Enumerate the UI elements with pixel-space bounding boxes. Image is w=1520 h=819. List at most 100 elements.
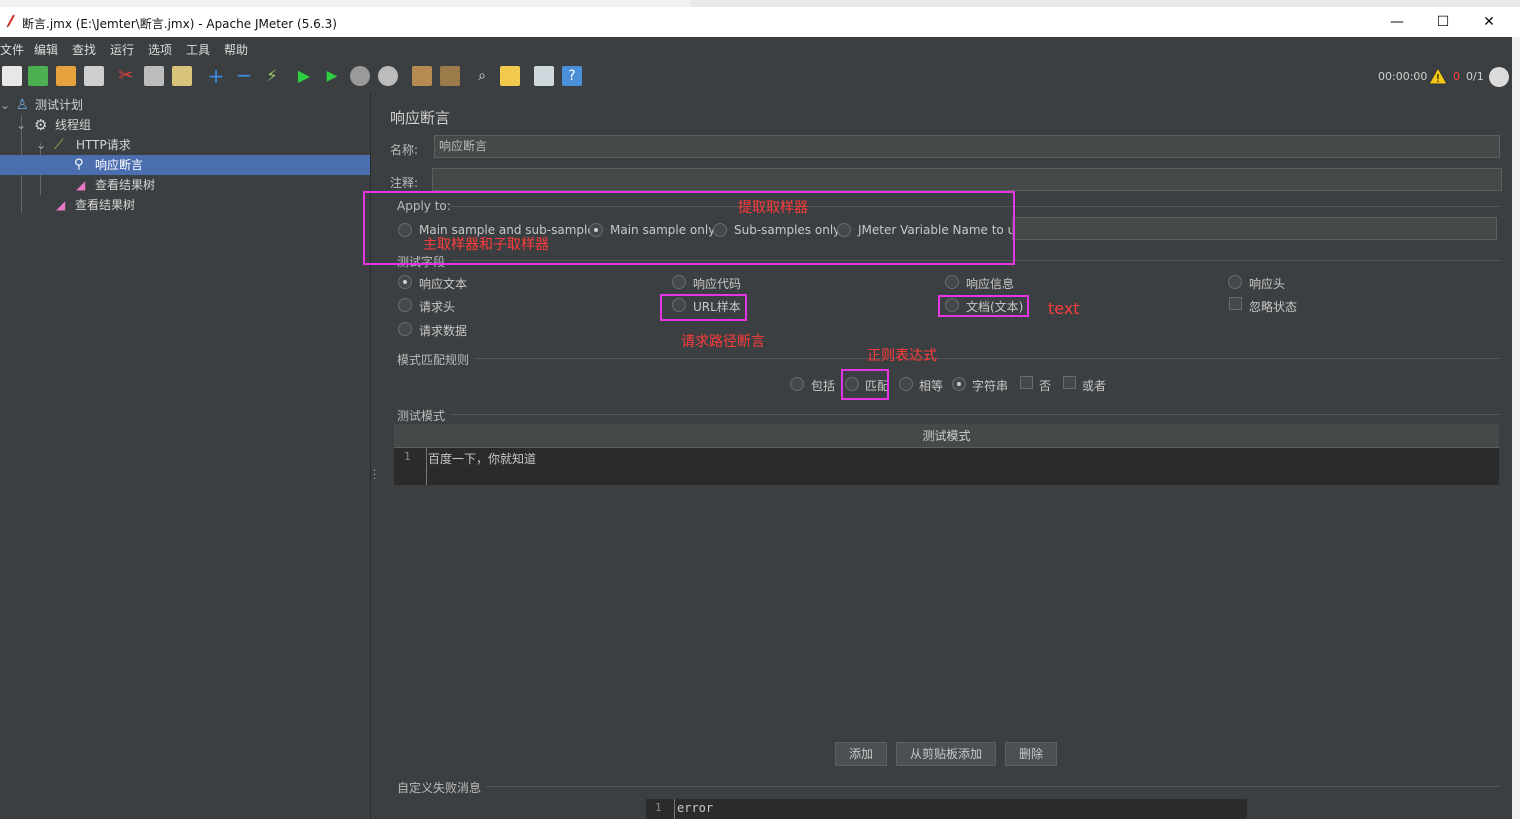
field-response-code-label[interactable]: 响应代码: [693, 275, 741, 292]
custom-failure-value[interactable]: error: [677, 801, 713, 815]
remote-icon[interactable]: [1489, 67, 1509, 87]
cut-icon[interactable]: ✂: [116, 66, 136, 86]
background-window-strip: [690, 0, 1520, 7]
pattern-row[interactable]: 百度一下，你就知道: [428, 450, 536, 467]
function-helper-icon[interactable]: [534, 66, 554, 86]
rule-not-label[interactable]: 否: [1039, 377, 1051, 394]
tree-item-label: 响应断言: [95, 158, 144, 172]
field-request-headers-label[interactable]: 请求头: [419, 298, 455, 315]
field-response-headers-label[interactable]: 响应头: [1249, 275, 1285, 292]
add-button[interactable]: 添加: [835, 742, 887, 766]
templates-icon[interactable]: [28, 66, 48, 86]
clear-icon[interactable]: [412, 66, 432, 86]
tree-item-http-request[interactable]: ⌄ ⟋ HTTP请求: [0, 135, 370, 155]
tree-item-test-plan[interactable]: ⌄ ♙ 测试计划: [0, 95, 370, 115]
name-label: 名称:: [390, 143, 419, 157]
minimize-button[interactable]: —: [1374, 7, 1420, 37]
rule-equals-radio[interactable]: [899, 377, 913, 391]
field-response-message-radio[interactable]: [945, 275, 959, 289]
tree-item-label: 查看结果树: [75, 198, 136, 212]
rule-or-checkbox[interactable]: [1063, 376, 1076, 389]
open-icon[interactable]: [56, 66, 76, 86]
note-url-assertion: 请求路径断言: [681, 334, 765, 350]
help-icon[interactable]: ?: [562, 66, 582, 86]
field-response-text-radio[interactable]: [398, 275, 412, 289]
rule-substring-label[interactable]: 字符串: [972, 377, 1008, 394]
chart-icon: ◢: [76, 178, 86, 192]
collapse-icon[interactable]: −: [234, 65, 254, 86]
menu-search[interactable]: 查找: [72, 41, 96, 58]
menu-file[interactable]: 文件: [0, 41, 24, 58]
stop-icon[interactable]: [350, 66, 370, 86]
rule-or-label[interactable]: 或者: [1082, 377, 1106, 394]
field-response-headers-radio[interactable]: [1228, 275, 1242, 289]
matches-highlight-box: [841, 369, 889, 400]
comment-label: 注释:: [390, 176, 419, 190]
name-field[interactable]: 响应断言: [434, 135, 1500, 158]
save-icon[interactable]: [84, 66, 104, 86]
note-text: text: [1048, 299, 1080, 318]
menu-help[interactable]: 帮助: [224, 41, 248, 58]
chevron-down-icon[interactable]: ⌄: [0, 95, 10, 115]
patterns-table-header: 测试模式: [394, 424, 1499, 448]
clear-all-icon[interactable]: [440, 66, 460, 86]
tree-item-view-results-tree[interactable]: ◢ 查看结果树: [0, 175, 370, 195]
section-divider: [486, 786, 1500, 787]
menu-tools[interactable]: 工具: [186, 41, 210, 58]
chevron-down-icon[interactable]: ⌄: [36, 135, 46, 155]
custom-failure-editor[interactable]: 1 error: [646, 799, 1247, 819]
field-response-message-label[interactable]: 响应信息: [966, 275, 1014, 292]
chevron-down-icon[interactable]: ⌄: [16, 115, 26, 135]
chart-icon: ◢: [56, 198, 66, 212]
field-response-code-radio[interactable]: [672, 275, 686, 289]
add-from-clipboard-button[interactable]: 从剪贴板添加: [896, 742, 996, 766]
panel-title: 响应断言: [390, 109, 451, 127]
field-request-headers-radio[interactable]: [398, 298, 412, 312]
maximize-button[interactable]: ☐: [1420, 7, 1466, 37]
test-plan-tree: ⌄ ♙ 测试计划 ⌄ ⚙ 线程组 ⌄ ⟋ HTTP请求 ⚲ 响应断言 ◢ 查看结…: [0, 93, 370, 819]
window-title: 断言.jmx (E:\Jemter\断言.jmx) - Apache JMete…: [22, 17, 337, 31]
warning-icon[interactable]: !: [1428, 66, 1448, 86]
shutdown-icon[interactable]: [378, 66, 398, 86]
patterns-editor[interactable]: 1 百度一下，你就知道: [394, 448, 1499, 485]
menu-edit[interactable]: 编辑: [34, 41, 58, 58]
search-icon[interactable]: ⌕: [472, 66, 492, 86]
jmeter-variable-field[interactable]: [1012, 217, 1497, 240]
ignore-status-label[interactable]: 忽略状态: [1249, 298, 1297, 315]
menu-run[interactable]: 运行: [110, 41, 134, 58]
editor-caret: [426, 448, 427, 485]
field-response-text-label[interactable]: 响应文本: [419, 275, 467, 292]
toggle-icon[interactable]: ⚡: [262, 66, 282, 86]
tree-item-view-results-tree[interactable]: ◢ 查看结果树: [0, 195, 370, 215]
custom-failure-label: 自定义失败消息: [397, 781, 482, 795]
pattern-rules-label: 模式匹配规则: [397, 353, 470, 367]
rule-equals-label[interactable]: 相等: [919, 377, 943, 394]
field-request-data-radio[interactable]: [398, 322, 412, 336]
title-bar: 断言.jmx (E:\Jemter\断言.jmx) - Apache JMete…: [0, 7, 1520, 37]
start-icon[interactable]: ▶: [294, 66, 314, 86]
new-icon[interactable]: [2, 66, 22, 86]
tree-item-thread-group[interactable]: ⌄ ⚙ 线程组: [0, 115, 370, 135]
start-no-pause-icon[interactable]: ▶: [322, 66, 342, 86]
line-number: 1: [404, 450, 411, 463]
paste-icon[interactable]: [172, 66, 192, 86]
test-plan-icon: ♙: [16, 97, 29, 113]
close-button[interactable]: ✕: [1466, 7, 1512, 37]
rule-substring-radio[interactable]: [952, 377, 966, 391]
url-sample-highlight-box: [660, 294, 747, 321]
splitter-handle-icon[interactable]: · · ·: [373, 467, 376, 485]
rule-not-checkbox[interactable]: [1020, 376, 1033, 389]
field-request-data-label[interactable]: 请求数据: [419, 322, 467, 339]
elapsed-timer: 00:00:00: [1378, 70, 1428, 83]
reset-search-icon[interactable]: [500, 66, 520, 86]
delete-button[interactable]: 删除: [1005, 742, 1057, 766]
rule-contains-radio[interactable]: [790, 377, 804, 391]
tree-item-response-assertion[interactable]: ⚲ 响应断言: [0, 155, 370, 175]
rule-contains-label[interactable]: 包括: [811, 377, 835, 394]
ignore-status-checkbox[interactable]: [1229, 297, 1242, 310]
copy-icon[interactable]: [144, 66, 164, 86]
menu-options[interactable]: 选项: [148, 41, 172, 58]
comment-field[interactable]: [432, 168, 1502, 191]
jmeter-feather-icon: [6, 14, 15, 28]
expand-icon[interactable]: +: [206, 66, 226, 86]
